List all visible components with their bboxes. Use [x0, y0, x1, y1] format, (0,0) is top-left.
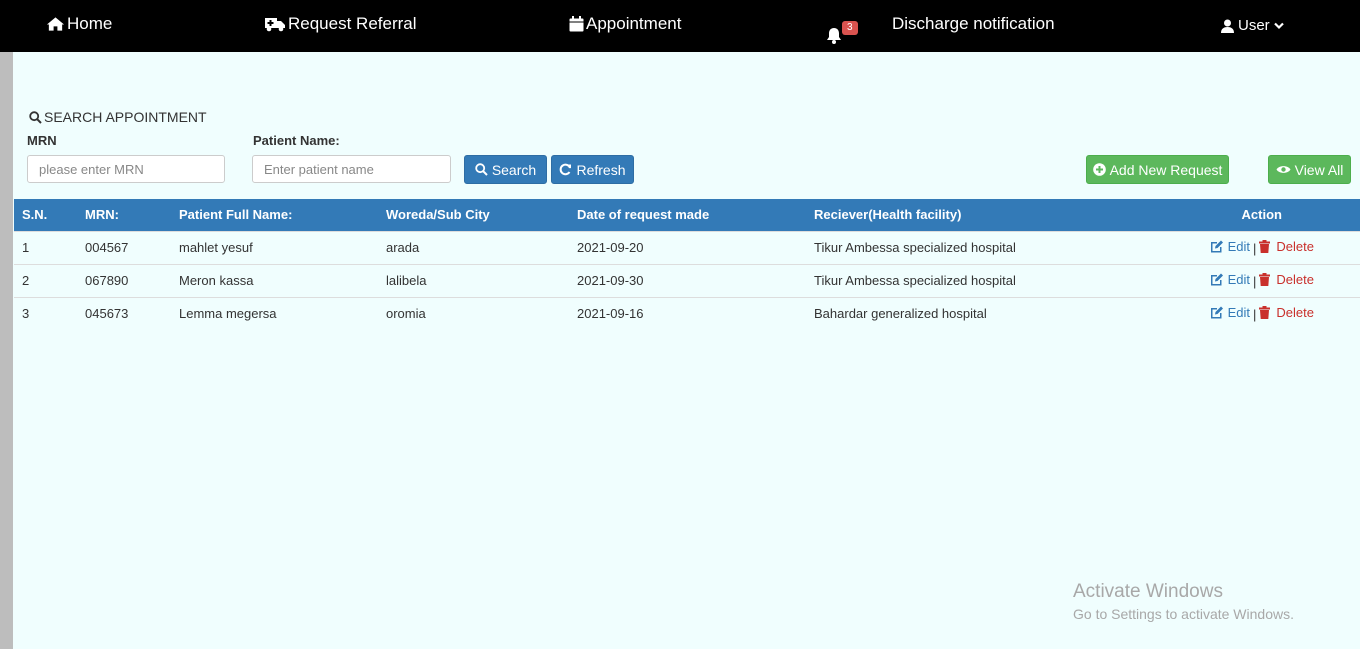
cell-action: Edit | Delete	[1154, 230, 1360, 264]
cell-woreda: lalibela	[378, 263, 569, 297]
search-icon	[475, 163, 488, 176]
trash-icon	[1259, 240, 1271, 253]
edit-label: Edit	[1227, 239, 1251, 254]
cell-receiver: Tikur Ambessa specialized hospital	[806, 230, 1154, 264]
mrn-label: MRN	[27, 133, 57, 148]
trash-icon	[1259, 273, 1271, 286]
cell-action: Edit | Delete	[1154, 296, 1360, 330]
search-title-label: SEARCH APPOINTMENT	[44, 109, 207, 125]
cell-mrn: 045673	[77, 296, 171, 330]
cell-name: mahlet yesuf	[171, 230, 378, 264]
table-row: 2 067890 Meron kassa lalibela 2021-09-30…	[14, 263, 1360, 297]
patient-name-input[interactable]	[252, 155, 451, 183]
search-button[interactable]: Search	[464, 155, 547, 184]
main-content: SEARCH APPOINTMENT MRN Patient Name: Sea…	[13, 52, 1360, 649]
cell-mrn: 067890	[77, 263, 171, 297]
nav-appointment-label: Appointment	[586, 14, 682, 33]
add-new-request-button[interactable]: Add New Request	[1086, 155, 1229, 184]
notification-count-badge: 3	[842, 21, 858, 35]
action-separator: |	[1253, 307, 1257, 323]
mrn-input[interactable]	[27, 155, 225, 183]
cell-mrn: 004567	[77, 230, 171, 264]
user-icon	[1221, 19, 1234, 33]
patient-name-label: Patient Name:	[253, 133, 340, 148]
trash-icon	[1259, 306, 1271, 320]
view-all-label: View All	[1294, 161, 1344, 178]
ambulance-icon	[265, 18, 285, 32]
cell-action: Edit | Delete	[1154, 263, 1360, 297]
cell-woreda: oromia	[378, 296, 569, 330]
user-menu[interactable]: User	[1221, 17, 1284, 34]
cell-woreda: arada	[378, 230, 569, 264]
delete-label: Delete	[1276, 239, 1314, 254]
header-receiver: Reciever(Health facility)	[814, 207, 962, 223]
edit-link[interactable]: Edit	[1210, 305, 1250, 320]
cell-sn: 3	[14, 296, 77, 330]
delete-link[interactable]: Delete	[1259, 239, 1314, 254]
search-button-label: Search	[491, 161, 537, 178]
table-row: 1 004567 mahlet yesuf arada 2021-09-20 T…	[14, 230, 1360, 264]
bell-icon	[827, 28, 841, 44]
cell-sn: 1	[14, 230, 77, 264]
header-patient-name: Patient Full Name:	[179, 207, 293, 223]
activate-windows-subtitle: Go to Settings to activate Windows.	[1073, 606, 1294, 622]
appointments-table: S.N. MRN: Patient Full Name: Woreda/Sub …	[14, 199, 1360, 330]
nav-request-referral-label: Request Referral	[288, 14, 417, 33]
refresh-button[interactable]: Refresh	[551, 155, 634, 184]
top-navbar: Home Request Referral Appointment 3 Disc…	[0, 0, 1360, 52]
nav-home[interactable]: Home	[46, 14, 112, 34]
cell-name: Lemma megersa	[171, 296, 378, 330]
cell-receiver: Tikur Ambessa specialized hospital	[806, 263, 1154, 297]
delete-link[interactable]: Delete	[1259, 305, 1314, 320]
edit-icon	[1210, 306, 1223, 319]
search-section-title: SEARCH APPOINTMENT	[29, 109, 207, 125]
header-sn: S.N.	[22, 207, 48, 223]
home-icon	[46, 17, 65, 31]
refresh-icon	[560, 163, 572, 176]
cell-date: 2021-09-20	[569, 230, 806, 264]
edit-icon	[1210, 273, 1223, 286]
cell-sn: 2	[14, 263, 77, 297]
eye-icon	[1276, 166, 1291, 173]
nav-discharge-notification[interactable]: Discharge notification	[892, 14, 1055, 34]
header-woreda: Woreda/Sub City	[386, 207, 490, 223]
delete-link[interactable]: Delete	[1259, 272, 1314, 287]
header-date: Date of request made	[577, 207, 710, 223]
table-header-row: S.N. MRN: Patient Full Name: Woreda/Sub …	[14, 199, 1360, 231]
edit-label: Edit	[1227, 272, 1251, 287]
nav-appointment[interactable]: Appointment	[569, 14, 681, 34]
delete-label: Delete	[1276, 305, 1314, 321]
header-action: Action	[1241, 207, 1282, 223]
view-all-button[interactable]: View All	[1268, 155, 1351, 184]
delete-label: Delete	[1276, 272, 1314, 287]
cell-receiver: Bahardar generalized hospital	[806, 296, 1154, 330]
cell-date: 2021-09-16	[569, 296, 806, 330]
chevron-down-icon	[1273, 22, 1284, 29]
plus-circle-icon	[1092, 163, 1106, 176]
cell-date: 2021-09-30	[569, 263, 806, 297]
nav-discharge-label: Discharge notification	[892, 14, 1055, 33]
nav-home-label: Home	[67, 14, 113, 33]
edit-icon	[1210, 240, 1223, 253]
action-separator: |	[1253, 274, 1257, 289]
refresh-button-label: Refresh	[576, 161, 626, 178]
user-menu-label: User	[1238, 17, 1270, 34]
edit-link[interactable]: Edit	[1210, 239, 1250, 254]
cell-name: Meron kassa	[171, 263, 378, 297]
edit-label: Edit	[1227, 305, 1251, 321]
table-row: 3 045673 Lemma megersa oromia 2021-09-16…	[14, 296, 1360, 330]
add-new-request-label: Add New Request	[1109, 161, 1223, 178]
calendar-icon	[569, 16, 584, 32]
nav-request-referral[interactable]: Request Referral	[264, 14, 417, 34]
search-icon	[29, 110, 42, 124]
header-mrn: MRN:	[85, 207, 119, 223]
activate-windows-title: Activate Windows	[1073, 581, 1223, 602]
edit-link[interactable]: Edit	[1210, 272, 1250, 287]
action-separator: |	[1253, 241, 1257, 256]
